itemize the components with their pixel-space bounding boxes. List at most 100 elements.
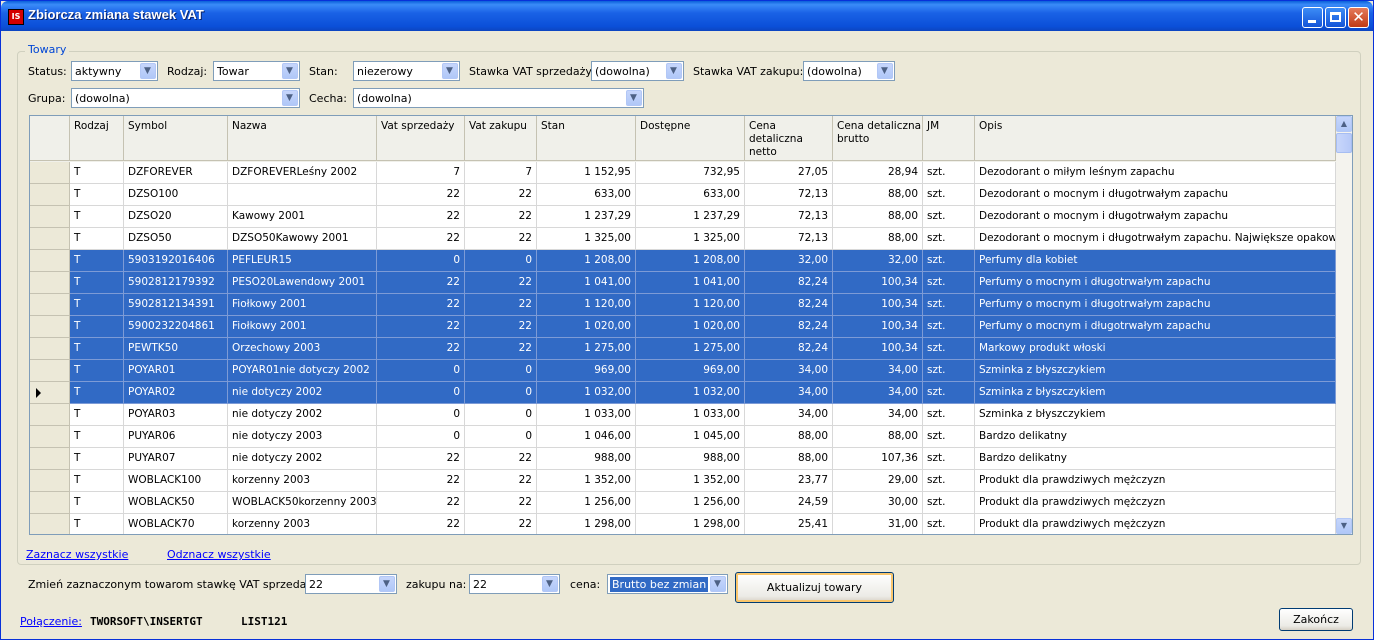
col-nazwa-cell[interactable]: korzenny 2003 <box>228 514 377 534</box>
chevron-down-icon[interactable]: ▼ <box>140 63 156 79</box>
col-cena-brutto-cell[interactable]: 88,00 <box>833 426 923 448</box>
col-opis-cell[interactable]: Perfumy o mocnym i długotrwałym zapachu <box>975 316 1336 338</box>
select-all-link[interactable]: Zaznacz wszystkie <box>26 548 128 561</box>
col-vat-sprzedazy-cell[interactable]: 22 <box>377 228 465 250</box>
col-jm-cell[interactable]: szt. <box>923 338 975 360</box>
col-cena-netto-header[interactable]: Cena detaliczna netto <box>745 116 833 161</box>
col-stan-header[interactable]: Stan <box>537 116 636 161</box>
col-cena-netto-cell[interactable]: 23,77 <box>745 470 833 492</box>
col-nazwa-cell[interactable] <box>228 184 377 206</box>
close-button[interactable]: Zakończ <box>1279 608 1353 631</box>
col-vat-zakupu-cell[interactable]: 0 <box>465 250 537 272</box>
col-vat-zakupu-header[interactable]: Vat zakupu <box>465 116 537 161</box>
col-stan-cell[interactable]: 969,00 <box>537 360 636 382</box>
col-symbol-cell[interactable]: POYAR03 <box>124 404 228 426</box>
col-jm-header[interactable]: JM <box>923 116 975 161</box>
table-row[interactable]: T 5902812134391 Fiołkowy 2001 22 22 1 120,00 1… <box>30 294 1336 316</box>
col-rodzaj-cell[interactable]: T <box>70 360 124 382</box>
row-selector[interactable] <box>30 184 70 206</box>
table-row[interactable]: T 5900232204861 Fiołkowy 2001 22 22 1 020,00 1… <box>30 316 1336 338</box>
scrollbar-thumb[interactable] <box>1336 133 1352 153</box>
col-opis-cell[interactable]: Perfumy o mocnym i długotrwałym zapachu <box>975 272 1336 294</box>
col-vat-sprzedazy-cell[interactable]: 0 <box>377 360 465 382</box>
chevron-down-icon[interactable]: ▼ <box>282 63 298 79</box>
row-selector[interactable] <box>30 272 70 294</box>
row-selector[interactable] <box>30 514 70 534</box>
col-stan-cell[interactable]: 1 032,00 <box>537 382 636 404</box>
col-dostepne-cell[interactable]: 633,00 <box>636 184 745 206</box>
chevron-down-icon[interactable]: ▼ <box>666 63 682 79</box>
col-vat-zakupu-cell[interactable]: 22 <box>465 294 537 316</box>
table-row[interactable]: T WOBLACK50 WOBLACK50korzenny 2003 22 22 1 25… <box>30 492 1336 514</box>
app-icon[interactable]: IS <box>8 9 24 25</box>
col-nazwa-cell[interactable]: Fiołkowy 2001 <box>228 294 377 316</box>
row-selector[interactable] <box>30 492 70 514</box>
col-stan-cell[interactable]: 633,00 <box>537 184 636 206</box>
vat-zakupu-select[interactable]: (dowolna) ▼ <box>803 61 895 81</box>
col-nazwa-cell[interactable]: Fiołkowy 2001 <box>228 316 377 338</box>
col-cena-netto-cell[interactable]: 82,24 <box>745 272 833 294</box>
chevron-down-icon[interactable]: ▼ <box>877 63 893 79</box>
col-rodzaj-cell[interactable]: T <box>70 206 124 228</box>
col-opis-cell[interactable]: Dezodorant o miłym leśnym zapachu <box>975 162 1336 184</box>
deselect-all-link[interactable]: Odznacz wszystkie <box>167 548 271 561</box>
col-stan-cell[interactable]: 1 237,29 <box>537 206 636 228</box>
col-dostepne-cell[interactable]: 1 033,00 <box>636 404 745 426</box>
cecha-select[interactable]: (dowolna) ▼ <box>353 88 644 108</box>
col-cena-netto-cell[interactable]: 34,00 <box>745 404 833 426</box>
col-stan-cell[interactable]: 1 298,00 <box>537 514 636 534</box>
col-dostepne-cell[interactable]: 1 045,00 <box>636 426 745 448</box>
col-cena-brutto-cell[interactable]: 32,00 <box>833 250 923 272</box>
table-row[interactable]: T PUYAR06 nie dotyczy 2003 0 0 1 046,00 1 045,… <box>30 426 1336 448</box>
row-selector[interactable] <box>30 250 70 272</box>
row-selector[interactable] <box>30 448 70 470</box>
col-symbol-cell[interactable]: WOBLACK100 <box>124 470 228 492</box>
col-symbol-cell[interactable]: PEWTK50 <box>124 338 228 360</box>
row-selector[interactable] <box>30 206 70 228</box>
table-row[interactable]: T POYAR03 nie dotyczy 2002 0 0 1 033,00 1 033,… <box>30 404 1336 426</box>
col-dostepne-cell[interactable]: 1 256,00 <box>636 492 745 514</box>
col-vat-sprzedazy-cell[interactable]: 0 <box>377 404 465 426</box>
col-cena-netto-cell[interactable]: 82,24 <box>745 294 833 316</box>
col-symbol-cell[interactable]: 5900232204861 <box>124 316 228 338</box>
minimize-button[interactable] <box>1302 7 1323 28</box>
row-selector[interactable] <box>30 162 70 184</box>
col-rodzaj-cell[interactable]: T <box>70 382 124 404</box>
col-stan-cell[interactable]: 1 033,00 <box>537 404 636 426</box>
col-symbol-cell[interactable]: DZSO20 <box>124 206 228 228</box>
col-dostepne-cell[interactable]: 1 352,00 <box>636 470 745 492</box>
col-cena-netto-cell[interactable]: 27,05 <box>745 162 833 184</box>
chevron-down-icon[interactable]: ▼ <box>626 90 642 106</box>
col-stan-cell[interactable]: 1 046,00 <box>537 426 636 448</box>
col-nazwa-cell[interactable]: nie dotyczy 2002 <box>228 448 377 470</box>
col-nazwa-cell[interactable]: PESO20Lawendowy 2001 <box>228 272 377 294</box>
col-jm-cell[interactable]: szt. <box>923 404 975 426</box>
col-vat-zakupu-cell[interactable]: 22 <box>465 272 537 294</box>
col-opis-cell[interactable]: Markowy produkt włoski <box>975 338 1336 360</box>
scroll-down-button[interactable]: ▼ <box>1336 518 1352 534</box>
col-stan-cell[interactable]: 1 208,00 <box>537 250 636 272</box>
table-row[interactable]: T DZSO20 Kawowy 2001 22 22 1 237,29 1 237,29 72… <box>30 206 1336 228</box>
col-symbol-cell[interactable]: WOBLACK50 <box>124 492 228 514</box>
col-vat-zakupu-cell[interactable]: 22 <box>465 206 537 228</box>
col-opis-cell[interactable]: Perfumy o mocnym i długotrwałym zapachu <box>975 294 1336 316</box>
update-products-button[interactable]: Aktualizuj towary <box>735 572 894 603</box>
col-nazwa-cell[interactable]: DZFOREVERLeśny 2002 <box>228 162 377 184</box>
col-cena-netto-cell[interactable]: 82,24 <box>745 338 833 360</box>
col-stan-cell[interactable]: 1 352,00 <box>537 470 636 492</box>
col-opis-cell[interactable]: Bardzo delikatny <box>975 426 1336 448</box>
col-symbol-cell[interactable]: DZSO50 <box>124 228 228 250</box>
col-vat-sprzedazy-cell[interactable]: 22 <box>377 514 465 534</box>
row-selector[interactable] <box>30 316 70 338</box>
col-vat-zakupu-cell[interactable]: 0 <box>465 426 537 448</box>
col-cena-brutto-cell[interactable]: 100,34 <box>833 294 923 316</box>
table-row[interactable]: T POYAR01 POYAR01nie dotyczy 2002 0 0 969,00 9… <box>30 360 1336 382</box>
col-dostepne-cell[interactable]: 969,00 <box>636 360 745 382</box>
col-cena-netto-cell[interactable]: 34,00 <box>745 382 833 404</box>
scroll-up-button[interactable]: ▲ <box>1336 116 1352 132</box>
col-cena-brutto-cell[interactable]: 34,00 <box>833 382 923 404</box>
row-selector[interactable] <box>30 426 70 448</box>
col-opis-cell[interactable]: Perfumy dla kobiet <box>975 250 1336 272</box>
col-vat-sprzedazy-cell[interactable]: 22 <box>377 448 465 470</box>
col-vat-zakupu-cell[interactable]: 0 <box>465 404 537 426</box>
